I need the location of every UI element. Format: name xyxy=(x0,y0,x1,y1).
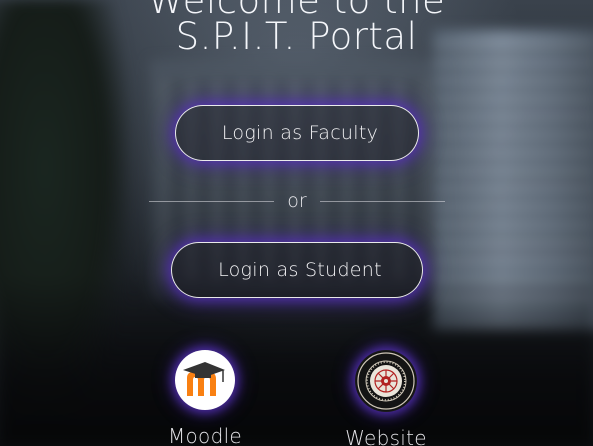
spit-emblem-icon[interactable] xyxy=(355,350,417,412)
login-student-button[interactable]: Login as Student xyxy=(171,242,423,298)
portal-title: S.P.I.T. Portal xyxy=(175,15,418,58)
portal-content: Welcome to the S.P.I.T. Portal Login as … xyxy=(0,0,593,446)
website-link[interactable]: Website xyxy=(326,350,446,446)
or-divider: or xyxy=(149,190,445,214)
website-label: Website xyxy=(345,426,427,446)
moodle-logo-icon[interactable] xyxy=(175,350,235,410)
moodle-label: Moodle xyxy=(167,424,243,446)
divider-line-right xyxy=(320,201,445,202)
moodle-link[interactable]: Moodle xyxy=(145,350,265,446)
login-faculty-button[interactable]: Login as Faculty xyxy=(175,105,419,161)
portal-landing-page: Welcome to the S.P.I.T. Portal Login as … xyxy=(0,0,593,446)
